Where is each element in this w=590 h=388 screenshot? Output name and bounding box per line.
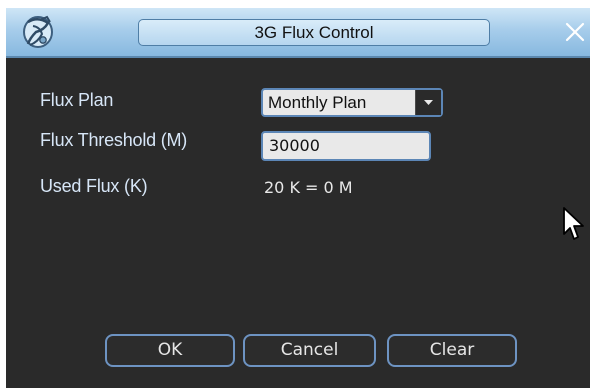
flux-plan-select-value: Monthly Plan [268, 93, 367, 112]
chevron-down-icon[interactable] [415, 90, 441, 115]
clear-button[interactable]: Clear [387, 334, 517, 367]
mouse-pointer-icon [562, 206, 588, 242]
close-icon[interactable] [562, 18, 588, 46]
cancel-button[interactable]: Cancel [243, 334, 376, 367]
used-flux-value: 20 K = 0 M [264, 178, 353, 197]
flux-plan-label: Flux Plan [40, 90, 114, 110]
dialog-content: Flux Plan Monthly Plan Flux Threshold (M… [6, 58, 590, 388]
app-logo-icon [20, 14, 58, 50]
used-flux-label: Used Flux (K) [40, 176, 148, 196]
flux-plan-select[interactable]: Monthly Plan [261, 88, 443, 117]
flux-threshold-input[interactable]: 30000 [261, 131, 431, 161]
ok-button[interactable]: OK [105, 334, 235, 367]
flux-threshold-label: Flux Threshold (M) [40, 130, 188, 150]
dialog-titlebar[interactable]: 3G Flux Control [6, 8, 590, 58]
dialog-title: 3G Flux Control [138, 19, 490, 46]
flux-control-dialog: 3G Flux Control Flux Plan Monthly Plan F… [6, 8, 590, 388]
